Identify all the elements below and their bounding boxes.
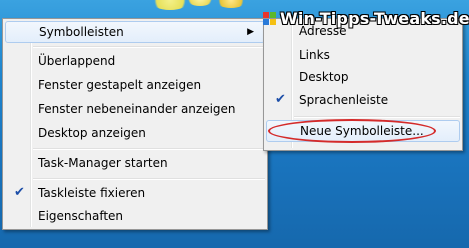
menu-separator xyxy=(294,116,460,118)
check-icon: ✔ xyxy=(275,92,286,107)
menu-separator xyxy=(33,46,265,48)
menu-item-fenster-gestapelt[interactable]: Fenster gestapelt anzeigen xyxy=(5,74,265,96)
menu-item-ueberlappend[interactable]: Überlappend xyxy=(5,50,265,72)
menu-item-eigenschaften[interactable]: Eigenschaften xyxy=(5,205,265,227)
menu-item-label: Überlappend xyxy=(38,54,116,68)
menu-separator xyxy=(33,148,265,150)
menu-item-label: Taskleiste fixieren xyxy=(38,186,146,200)
menu-item-symbolleisten[interactable]: Symbolleisten ▶ xyxy=(5,21,265,43)
check-icon: ✔ xyxy=(14,185,25,200)
menu-item-taskleiste-fixieren[interactable]: ✔ Taskleiste fixieren xyxy=(5,182,265,204)
submenu-item-links[interactable]: Links xyxy=(266,44,460,66)
menu-item-label: Eigenschaften xyxy=(38,209,124,223)
menu-item-label: Sprachenleiste xyxy=(299,93,389,107)
watermark-text: Win-Tipps-Tweaks.de xyxy=(280,8,469,28)
menu-item-label: Desktop anzeigen xyxy=(38,126,146,140)
menu-item-desktop-anzeigen[interactable]: Desktop anzeigen xyxy=(5,122,265,144)
menu-item-label: Fenster gestapelt anzeigen xyxy=(38,78,202,92)
menu-item-label: Fenster nebeneinander anzeigen xyxy=(38,102,236,116)
menu-item-label: Desktop xyxy=(299,70,349,84)
menu-item-fenster-nebeneinander[interactable]: Fenster nebeneinander anzeigen xyxy=(5,98,265,120)
menu-separator xyxy=(33,178,265,180)
menu-item-label: Task-Manager starten xyxy=(38,156,168,170)
background-flower xyxy=(185,0,215,6)
menu-item-task-manager[interactable]: Task-Manager starten xyxy=(5,152,265,174)
watermark: Win-Tipps-Tweaks.de xyxy=(263,8,469,28)
chevron-right-icon: ▶ xyxy=(247,27,254,37)
annotation-ellipse xyxy=(268,119,436,143)
menu-item-label: Symbolleisten xyxy=(39,25,124,39)
background-flower xyxy=(215,0,247,8)
background-flower xyxy=(150,0,190,10)
windows-logo-icon xyxy=(263,11,276,25)
submenu-item-sprachenleiste[interactable]: ✔ Sprachenleiste xyxy=(266,89,460,111)
menu-item-label: Links xyxy=(299,48,330,62)
submenu-item-desktop[interactable]: Desktop xyxy=(266,66,460,88)
taskbar-context-menu: Symbolleisten ▶ Überlappend Fenster gest… xyxy=(2,18,268,230)
